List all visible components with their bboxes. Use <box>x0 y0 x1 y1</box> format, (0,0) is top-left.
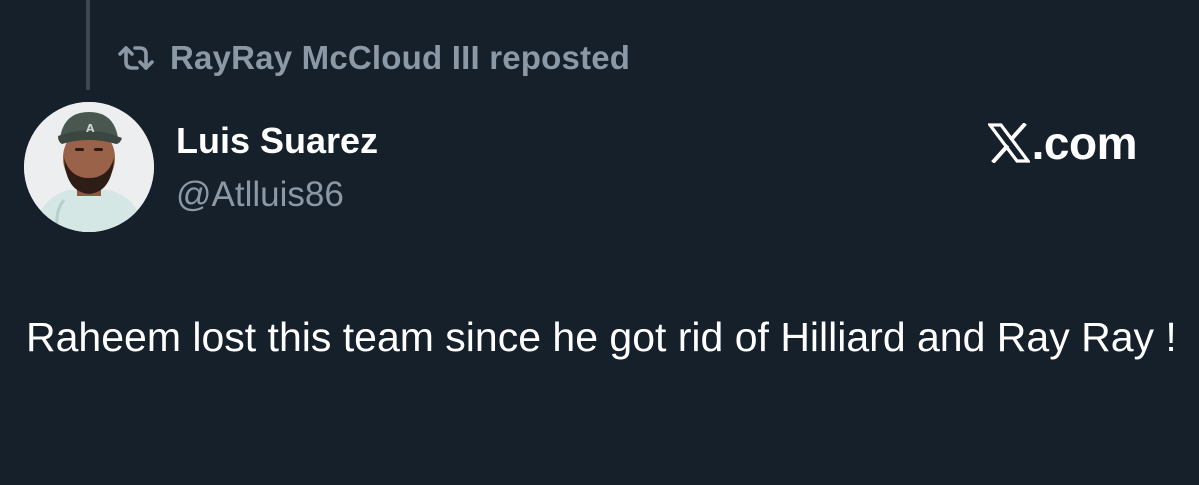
author-handle[interactable]: @Atlluis86 <box>176 175 344 215</box>
author-display-name[interactable]: Luis Suarez <box>176 120 378 162</box>
avatar[interactable]: A <box>24 102 154 232</box>
x-logo-icon <box>987 123 1030 163</box>
thread-connector-line <box>86 0 90 90</box>
repost-header[interactable]: RayRay McCloud III reposted <box>116 36 630 80</box>
svg-text:A: A <box>86 122 95 135</box>
repost-icon <box>116 43 156 73</box>
tweet-text: Raheem lost this team since he got rid o… <box>26 314 1177 360</box>
repost-label[interactable]: RayRay McCloud III reposted <box>170 39 630 77</box>
x-com-watermark: .com <box>987 116 1138 170</box>
x-com-domain: .com <box>1031 117 1138 169</box>
